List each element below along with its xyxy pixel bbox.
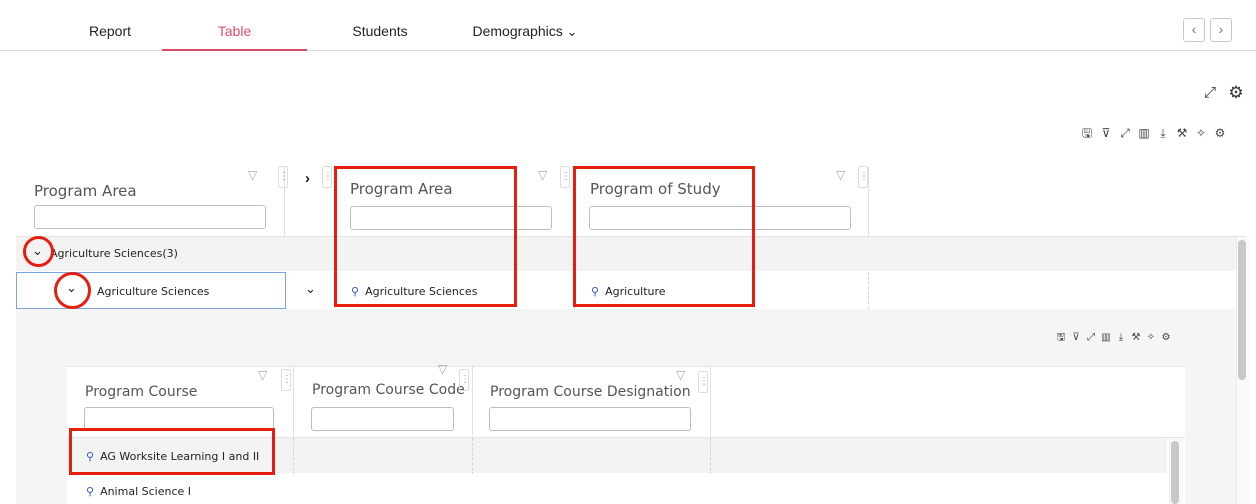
gear-icon[interactable]: ⚙	[1213, 126, 1227, 140]
tab-bar: Report Table Students Demographics ⌄	[0, 10, 1256, 51]
cell-program-area[interactable]: ⚲ Agriculture Sciences	[351, 285, 477, 298]
cell-program-of-study-value: Agriculture	[605, 285, 666, 298]
scroll-tabs-left-button[interactable]: ‹	[1183, 18, 1205, 42]
filter-icon[interactable]: ▽	[258, 368, 267, 382]
column-header-program-course-code[interactable]: Program Course Code	[312, 382, 465, 398]
column-divider	[335, 167, 336, 236]
column-menu-handle[interactable]: ⋮	[560, 166, 571, 188]
inner-scrollbar-thumb[interactable]	[1171, 441, 1179, 504]
program-course-designation-filter-input[interactable]	[489, 407, 691, 431]
save-icon[interactable]: 🖫	[1055, 331, 1067, 345]
magic-wand-icon[interactable]: ✧	[1145, 331, 1157, 345]
tab-report[interactable]: Report	[62, 10, 158, 51]
chevron-down-icon: ⌄	[566, 24, 578, 39]
outer-scrollbar-thumb[interactable]	[1238, 240, 1246, 380]
filter-list-icon[interactable]: ⊽	[1099, 126, 1113, 140]
column-divider	[472, 366, 473, 436]
column-menu-handle[interactable]: ⋮	[459, 369, 470, 391]
column-menu-handle[interactable]: ⋮	[278, 166, 289, 188]
group-label: Agriculture Sciences	[50, 247, 163, 260]
table-row[interactable]	[67, 474, 1167, 504]
gear-icon[interactable]: ⚙	[1226, 84, 1246, 101]
program-area-filter-input[interactable]	[34, 205, 266, 229]
expand-icon[interactable]: ⤢	[1201, 85, 1219, 101]
column-divider	[710, 366, 711, 436]
program-course-code-filter-input[interactable]	[311, 407, 454, 431]
column-divider	[868, 272, 869, 309]
column-header-program-of-study[interactable]: Program of Study	[590, 180, 721, 198]
magic-wand-icon[interactable]: ✧	[1194, 126, 1208, 140]
cell-program-course-value: Animal Science I	[100, 485, 192, 498]
tab-students[interactable]: Students	[330, 10, 430, 51]
cell-program-area-value: Agriculture Sciences	[365, 285, 478, 298]
download-icon[interactable]: ⤓	[1156, 126, 1170, 140]
tab-demographics[interactable]: Demographics ⌄	[460, 10, 590, 51]
sub-group-label: Agriculture Sciences	[97, 285, 210, 298]
expand-column-chevron-icon[interactable]: ›	[305, 170, 310, 187]
save-icon[interactable]: 🖫	[1080, 126, 1094, 140]
magnifier-icon: ⚲	[86, 450, 95, 463]
column-divider	[574, 167, 575, 236]
cell-program-of-study[interactable]: ⚲ Agriculture	[591, 285, 666, 298]
column-menu-handle[interactable]: ⋮	[322, 166, 333, 188]
program-area-2-filter-input[interactable]	[350, 206, 552, 230]
expand-icon[interactable]: ⤢	[1118, 126, 1132, 140]
column-menu-handle[interactable]: ⋮	[858, 166, 869, 188]
columns-icon[interactable]: ▥	[1137, 126, 1151, 140]
column-menu-handle[interactable]: ⋮	[698, 371, 709, 393]
program-course-filter-input[interactable]	[84, 407, 274, 431]
row-expand-chevron-icon[interactable]: ⌄	[305, 282, 316, 296]
magnifier-icon: ⚲	[591, 285, 600, 298]
magnifier-icon: ⚲	[86, 485, 95, 498]
scroll-tabs-right-button[interactable]: ›	[1210, 18, 1232, 42]
gear-icon[interactable]: ⚙	[1160, 331, 1172, 345]
filter-icon[interactable]: ▽	[438, 362, 447, 376]
download-icon[interactable]: ⤓	[1115, 331, 1127, 345]
cell-program-course-value: AG Worksite Learning I and II	[100, 450, 260, 463]
column-header-program-course[interactable]: Program Course	[85, 384, 197, 400]
column-header-program-area-2[interactable]: Program Area	[350, 180, 453, 198]
column-divider	[574, 272, 575, 309]
collapse-subgroup-chevron-icon[interactable]: ⌄	[66, 281, 77, 295]
cell-program-course[interactable]: ⚲ AG Worksite Learning I and II	[86, 450, 259, 463]
column-header-program-area[interactable]: Program Area	[34, 182, 137, 200]
group-row-label: Agriculture Sciences(3)	[50, 247, 178, 260]
tools-icon[interactable]: ⚒	[1175, 126, 1189, 140]
cell-program-course[interactable]: ⚲ Animal Science I	[86, 485, 191, 498]
active-tab-indicator	[162, 49, 307, 51]
filter-list-icon[interactable]: ⊽	[1070, 331, 1082, 345]
column-divider	[293, 366, 294, 436]
tools-icon[interactable]: ⚒	[1130, 331, 1142, 345]
tab-table[interactable]: Table	[162, 10, 307, 51]
filter-icon[interactable]: ▽	[538, 168, 547, 182]
group-count: (3)	[162, 247, 178, 260]
column-menu-handle[interactable]: ⋮	[281, 369, 292, 391]
program-of-study-filter-input[interactable]	[589, 206, 851, 230]
filter-icon[interactable]: ▽	[676, 368, 685, 382]
collapse-group-chevron-icon[interactable]: ⌄	[32, 244, 43, 258]
tab-demographics-label: Demographics	[472, 23, 563, 39]
expand-icon[interactable]: ⤢	[1085, 331, 1097, 345]
filter-icon[interactable]: ▽	[248, 168, 257, 182]
magnifier-icon: ⚲	[351, 285, 360, 298]
filter-icon[interactable]: ▽	[836, 168, 845, 182]
group-row[interactable]	[16, 237, 1236, 271]
columns-icon[interactable]: ▥	[1100, 331, 1112, 345]
column-header-program-course-designation[interactable]: Program Course Designation	[490, 384, 691, 400]
